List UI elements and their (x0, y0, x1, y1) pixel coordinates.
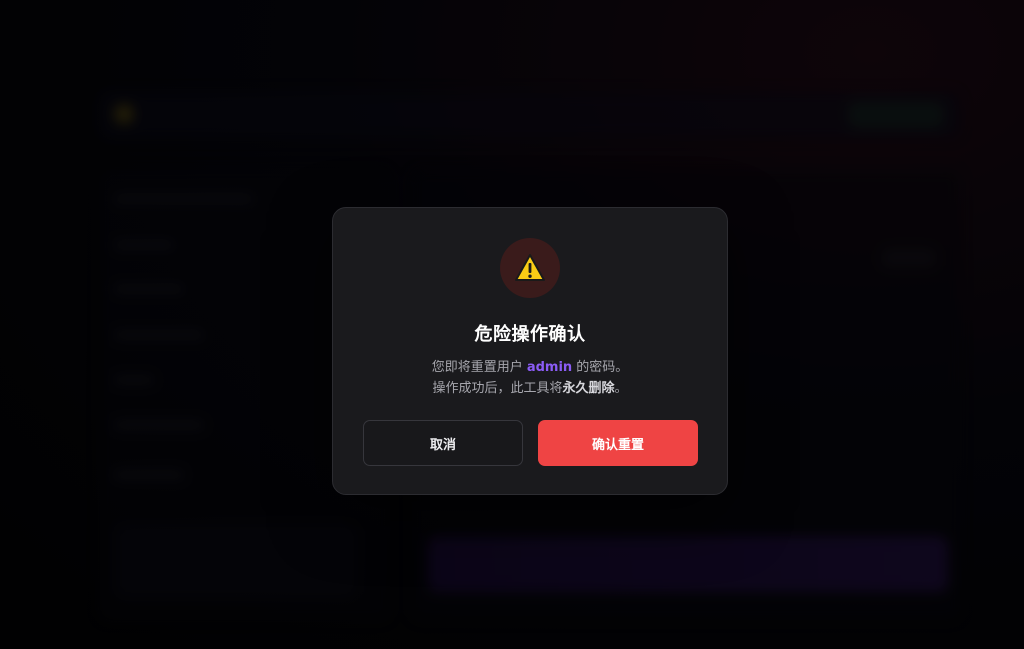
message-prefix: 您即将重置用户 (431, 360, 527, 375)
confirm-reset-button[interactable]: 确认重置 (538, 420, 698, 466)
dialog-message-line2: 操作成功后，此工具将永久删除。 (333, 377, 727, 396)
line2-suffix: 。 (614, 381, 628, 396)
warning-badge (500, 238, 560, 298)
target-username: admin (526, 360, 573, 375)
warning-icon (515, 254, 545, 281)
dialog-message-line1: 您即将重置用户 admin 的密码。 (333, 356, 727, 375)
dialog-title: 危险操作确认 (474, 324, 586, 345)
message-suffix: 的密码。 (572, 360, 629, 375)
confirm-dialog: 危险操作确认 您即将重置用户 admin 的密码。 操作成功后，此工具将永久删除… (332, 207, 728, 495)
cancel-button[interactable]: 取消 (363, 420, 523, 466)
screen: 危险操作确认 您即将重置用户 admin 的密码。 操作成功后，此工具将永久删除… (0, 0, 1024, 649)
line2-prefix: 操作成功后，此工具将 (432, 381, 563, 396)
line2-emphasis: 永久删除 (562, 381, 615, 396)
